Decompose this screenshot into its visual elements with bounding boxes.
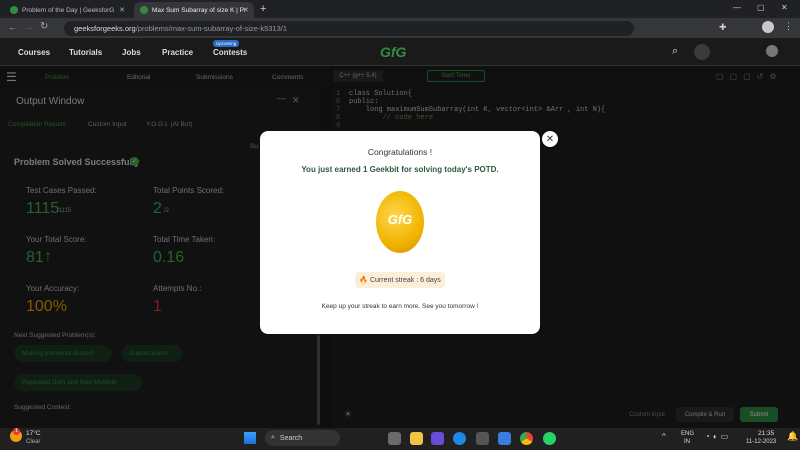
extensions-icon[interactable]: ✚ [719, 22, 727, 33]
fire-icon: 🔥 [359, 277, 368, 284]
close-modal-button[interactable]: ✕ [542, 131, 558, 147]
url-field[interactable]: geeksforgeeks.org/problems/max-sum-subar… [64, 21, 634, 36]
minimize-window-icon[interactable]: — [733, 3, 741, 12]
browser-menu-icon[interactable]: ⋮ [784, 21, 793, 32]
browser-tab-potd[interactable]: Problem of the Day | GeeksforG ✕ [4, 2, 130, 18]
profile-avatar[interactable] [762, 21, 774, 33]
upcoming-badge: Upcoming [213, 40, 240, 47]
clock-date[interactable]: 11-12-2023 [746, 439, 776, 445]
system-tray-icons[interactable]: ◔◐▭ [705, 432, 731, 441]
show-hidden-icons[interactable]: ^ [662, 432, 666, 441]
clock-time[interactable]: 21:35 [758, 430, 774, 437]
vscode-icon[interactable] [498, 432, 511, 445]
taskbar-search[interactable]: ⌕ Search [265, 430, 340, 446]
nav-courses[interactable]: Courses [18, 48, 50, 57]
gfg-favicon-icon [10, 6, 18, 14]
search-icon[interactable]: ⌕ [672, 45, 678, 58]
nav-tutorials[interactable]: Tutorials [69, 48, 102, 57]
modal-message: You just earned 1 Geekbit for solving to… [301, 165, 499, 174]
reload-icon[interactable]: ↻ [40, 21, 48, 32]
language-indicator[interactable]: ENG [681, 431, 694, 437]
task-view-icon[interactable] [388, 432, 401, 445]
url-host: geeksforgeeks.org [74, 24, 136, 33]
file-explorer-icon[interactable] [410, 432, 423, 445]
search-icon: ⌕ [271, 434, 275, 441]
gfg-logo[interactable]: GfG [380, 44, 406, 60]
new-tab-icon[interactable]: + [260, 3, 266, 15]
nav-contests[interactable]: Contests [213, 48, 247, 57]
notification-bell-icon[interactable]: 🔔 [787, 431, 798, 442]
store-icon[interactable] [476, 432, 489, 445]
gfg-favicon-icon [140, 6, 148, 14]
coin-logo: GfG [387, 212, 413, 227]
temperature: 17°C [26, 430, 41, 437]
region-indicator[interactable]: IN [684, 439, 690, 445]
teams-icon[interactable] [431, 432, 444, 445]
whatsapp-icon[interactable] [543, 432, 556, 445]
url-path: /problems/max-sum-subarray-of-size-k5313… [135, 24, 288, 33]
streak-badge: 🔥 Current streak : 6 days [355, 272, 445, 288]
edge-icon[interactable] [453, 432, 466, 445]
close-window-icon[interactable]: ✕ [781, 3, 788, 12]
user-avatar[interactable] [766, 45, 778, 57]
close-tab-icon[interactable]: ✕ [119, 6, 125, 14]
forward-icon[interactable]: → [24, 22, 33, 32]
weather-condition: Clear [26, 439, 41, 445]
modal-footer: Keep up your streak to earn more. See yo… [321, 303, 479, 310]
streak-text: Current streak : 6 days [369, 276, 441, 284]
modal-title: Congratulations ! [367, 147, 433, 157]
weather-notification-badge: 1 [13, 428, 20, 435]
theme-toggle-icon[interactable] [694, 44, 710, 60]
nav-practice[interactable]: Practice [162, 48, 193, 57]
windows-start-icon[interactable] [244, 432, 256, 444]
maximize-window-icon[interactable]: ▢ [757, 3, 765, 12]
nav-jobs[interactable]: Jobs [122, 48, 141, 57]
back-icon[interactable]: ← [8, 22, 17, 32]
chrome-icon[interactable] [520, 432, 533, 445]
browser-tab-problem[interactable]: Max Sum Subarray of size K | Pr ✕ [134, 2, 254, 18]
close-tab-icon[interactable]: ✕ [243, 6, 249, 14]
